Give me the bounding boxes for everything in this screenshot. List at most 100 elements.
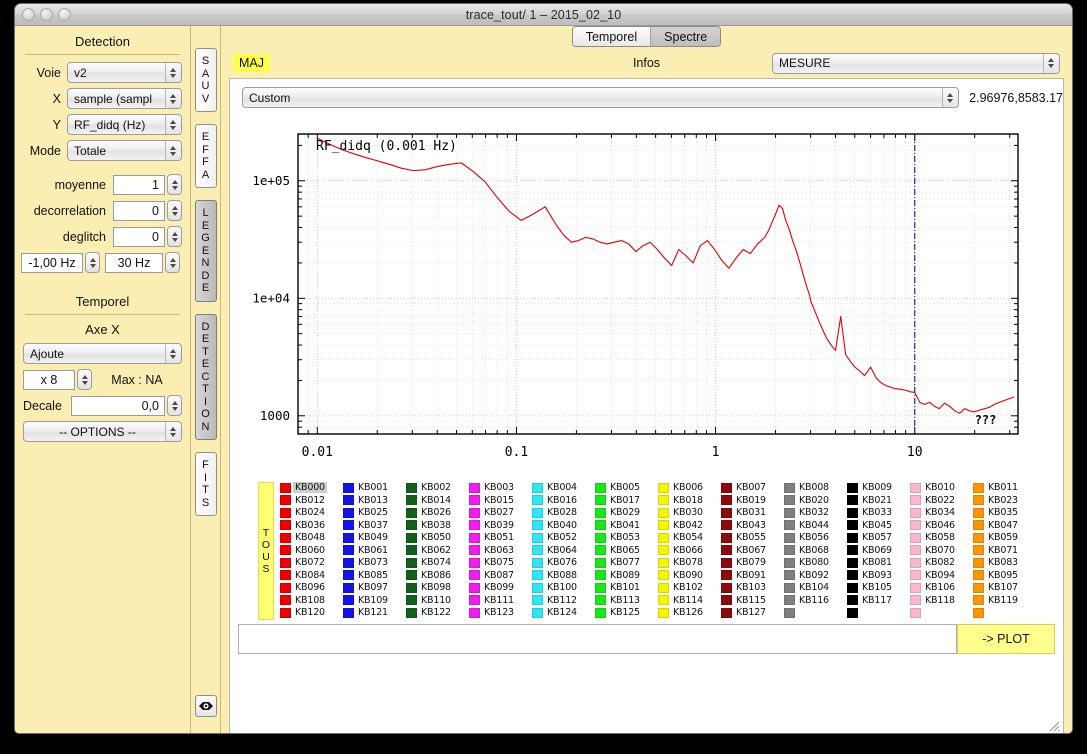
legend-item[interactable]: KB103 xyxy=(721,582,784,594)
legend-item[interactable]: KB066 xyxy=(658,545,721,557)
legend-item[interactable]: KB071 xyxy=(973,545,1036,557)
decorrelation-stepper[interactable] xyxy=(167,200,182,221)
target-icon-button[interactable] xyxy=(195,695,217,717)
legend-item[interactable]: KB044 xyxy=(784,520,847,532)
legend-item[interactable]: KB088 xyxy=(532,570,595,582)
legend-item[interactable]: KB101 xyxy=(595,582,658,594)
legend-color-swatch[interactable] xyxy=(343,483,354,493)
legend-color-swatch[interactable] xyxy=(784,545,795,555)
legend-color-swatch[interactable] xyxy=(280,583,291,593)
legend-item[interactable] xyxy=(973,607,1036,619)
legend-item[interactable]: KB123 xyxy=(469,607,532,619)
decorrelation-input[interactable]: 0 xyxy=(113,201,165,221)
legend-item[interactable]: KB005 xyxy=(595,482,658,494)
legend-item[interactable]: KB075 xyxy=(469,557,532,569)
legend-color-swatch[interactable] xyxy=(658,583,669,593)
vtab-effa[interactable]: EFFA xyxy=(195,124,217,188)
legend-item[interactable]: KB119 xyxy=(973,595,1036,607)
freq-low-input[interactable]: -1,00 Hz xyxy=(21,253,83,273)
legend-color-swatch[interactable] xyxy=(847,558,858,568)
legend-color-swatch[interactable] xyxy=(469,495,480,505)
legend-color-swatch[interactable] xyxy=(973,495,984,505)
legend-color-swatch[interactable] xyxy=(910,483,921,493)
legend-item[interactable]: KB113 xyxy=(595,595,658,607)
legend-item[interactable]: KB023 xyxy=(973,495,1036,507)
legend-item[interactable]: KB019 xyxy=(721,495,784,507)
legend-item[interactable]: KB127 xyxy=(721,607,784,619)
legend-color-swatch[interactable] xyxy=(280,483,291,493)
legend-item[interactable]: KB083 xyxy=(973,557,1036,569)
legend-color-swatch[interactable] xyxy=(658,520,669,530)
legend-item[interactable]: KB016 xyxy=(532,495,595,507)
legend-color-swatch[interactable] xyxy=(910,558,921,568)
legend-item[interactable]: KB008 xyxy=(784,482,847,494)
legend-item[interactable]: KB108 xyxy=(280,595,343,607)
legend-item[interactable]: KB110 xyxy=(406,595,469,607)
legend-item[interactable]: KB030 xyxy=(658,507,721,519)
legend-item[interactable]: KB050 xyxy=(406,532,469,544)
multiplier-stepper[interactable] xyxy=(77,369,92,390)
legend-item[interactable]: KB116 xyxy=(784,595,847,607)
legend-item[interactable]: KB097 xyxy=(343,582,406,594)
legend-color-swatch[interactable] xyxy=(406,483,417,493)
legend-color-swatch[interactable] xyxy=(658,608,669,618)
legend-color-swatch[interactable] xyxy=(532,508,543,518)
legend-item[interactable]: KB077 xyxy=(595,557,658,569)
legend-item[interactable]: KB046 xyxy=(910,520,973,532)
legend-item[interactable]: KB095 xyxy=(973,570,1036,582)
legend-item[interactable]: KB011 xyxy=(973,482,1036,494)
legend-item[interactable]: KB078 xyxy=(658,557,721,569)
legend-item[interactable]: KB006 xyxy=(658,482,721,494)
legend-item[interactable]: KB047 xyxy=(973,520,1036,532)
vtab-sauv[interactable]: SAUV xyxy=(195,48,217,112)
legend-color-swatch[interactable] xyxy=(847,495,858,505)
legend-color-swatch[interactable] xyxy=(910,583,921,593)
legend-item[interactable]: KB062 xyxy=(406,545,469,557)
legend-color-swatch[interactable] xyxy=(847,520,858,530)
legend-item[interactable]: KB045 xyxy=(847,520,910,532)
legend-item[interactable]: KB009 xyxy=(847,482,910,494)
legend-color-swatch[interactable] xyxy=(532,483,543,493)
legend-color-swatch[interactable] xyxy=(721,558,732,568)
legend-color-swatch[interactable] xyxy=(595,508,606,518)
moyenne-stepper[interactable] xyxy=(167,174,182,195)
legend-color-swatch[interactable] xyxy=(469,508,480,518)
legend-item[interactable]: KB039 xyxy=(469,520,532,532)
legend-color-swatch[interactable] xyxy=(973,583,984,593)
legend-item[interactable]: KB018 xyxy=(658,495,721,507)
legend-color-swatch[interactable] xyxy=(784,595,795,605)
axe-x-select[interactable]: Ajoute xyxy=(23,343,182,364)
legend-item[interactable]: KB002 xyxy=(406,482,469,494)
legend-color-swatch[interactable] xyxy=(343,495,354,505)
legend-item[interactable]: KB087 xyxy=(469,570,532,582)
legend-item[interactable]: KB120 xyxy=(280,607,343,619)
legend-color-swatch[interactable] xyxy=(658,508,669,518)
legend-color-swatch[interactable] xyxy=(973,533,984,543)
legend-color-swatch[interactable] xyxy=(658,570,669,580)
legend-item[interactable]: KB053 xyxy=(595,532,658,544)
legend-item[interactable]: KB000 xyxy=(280,482,343,494)
legend-color-swatch[interactable] xyxy=(721,570,732,580)
legend-color-swatch[interactable] xyxy=(469,483,480,493)
legend-color-swatch[interactable] xyxy=(532,608,543,618)
legend-color-swatch[interactable] xyxy=(406,495,417,505)
vtab-legende[interactable]: LEGENDE xyxy=(195,200,217,302)
legend-item[interactable]: KB054 xyxy=(658,532,721,544)
legend-item[interactable]: KB068 xyxy=(784,545,847,557)
deglitch-input[interactable]: 0 xyxy=(113,227,165,247)
legend-item[interactable]: KB100 xyxy=(532,582,595,594)
moyenne-input[interactable]: 1 xyxy=(113,175,165,195)
legend-item[interactable]: KB034 xyxy=(910,507,973,519)
legend-item[interactable]: KB031 xyxy=(721,507,784,519)
chevron-updown-icon[interactable] xyxy=(942,88,957,107)
chevron-updown-icon[interactable] xyxy=(165,89,180,108)
legend-item[interactable]: KB037 xyxy=(343,520,406,532)
legend-item[interactable]: KB001 xyxy=(343,482,406,494)
legend-item[interactable]: KB026 xyxy=(406,507,469,519)
legend-item[interactable]: KB056 xyxy=(784,532,847,544)
legend-item[interactable]: KB015 xyxy=(469,495,532,507)
legend-item[interactable]: KB069 xyxy=(847,545,910,557)
legend-item[interactable] xyxy=(784,607,847,619)
legend-color-swatch[interactable] xyxy=(910,545,921,555)
legend-color-swatch[interactable] xyxy=(343,533,354,543)
